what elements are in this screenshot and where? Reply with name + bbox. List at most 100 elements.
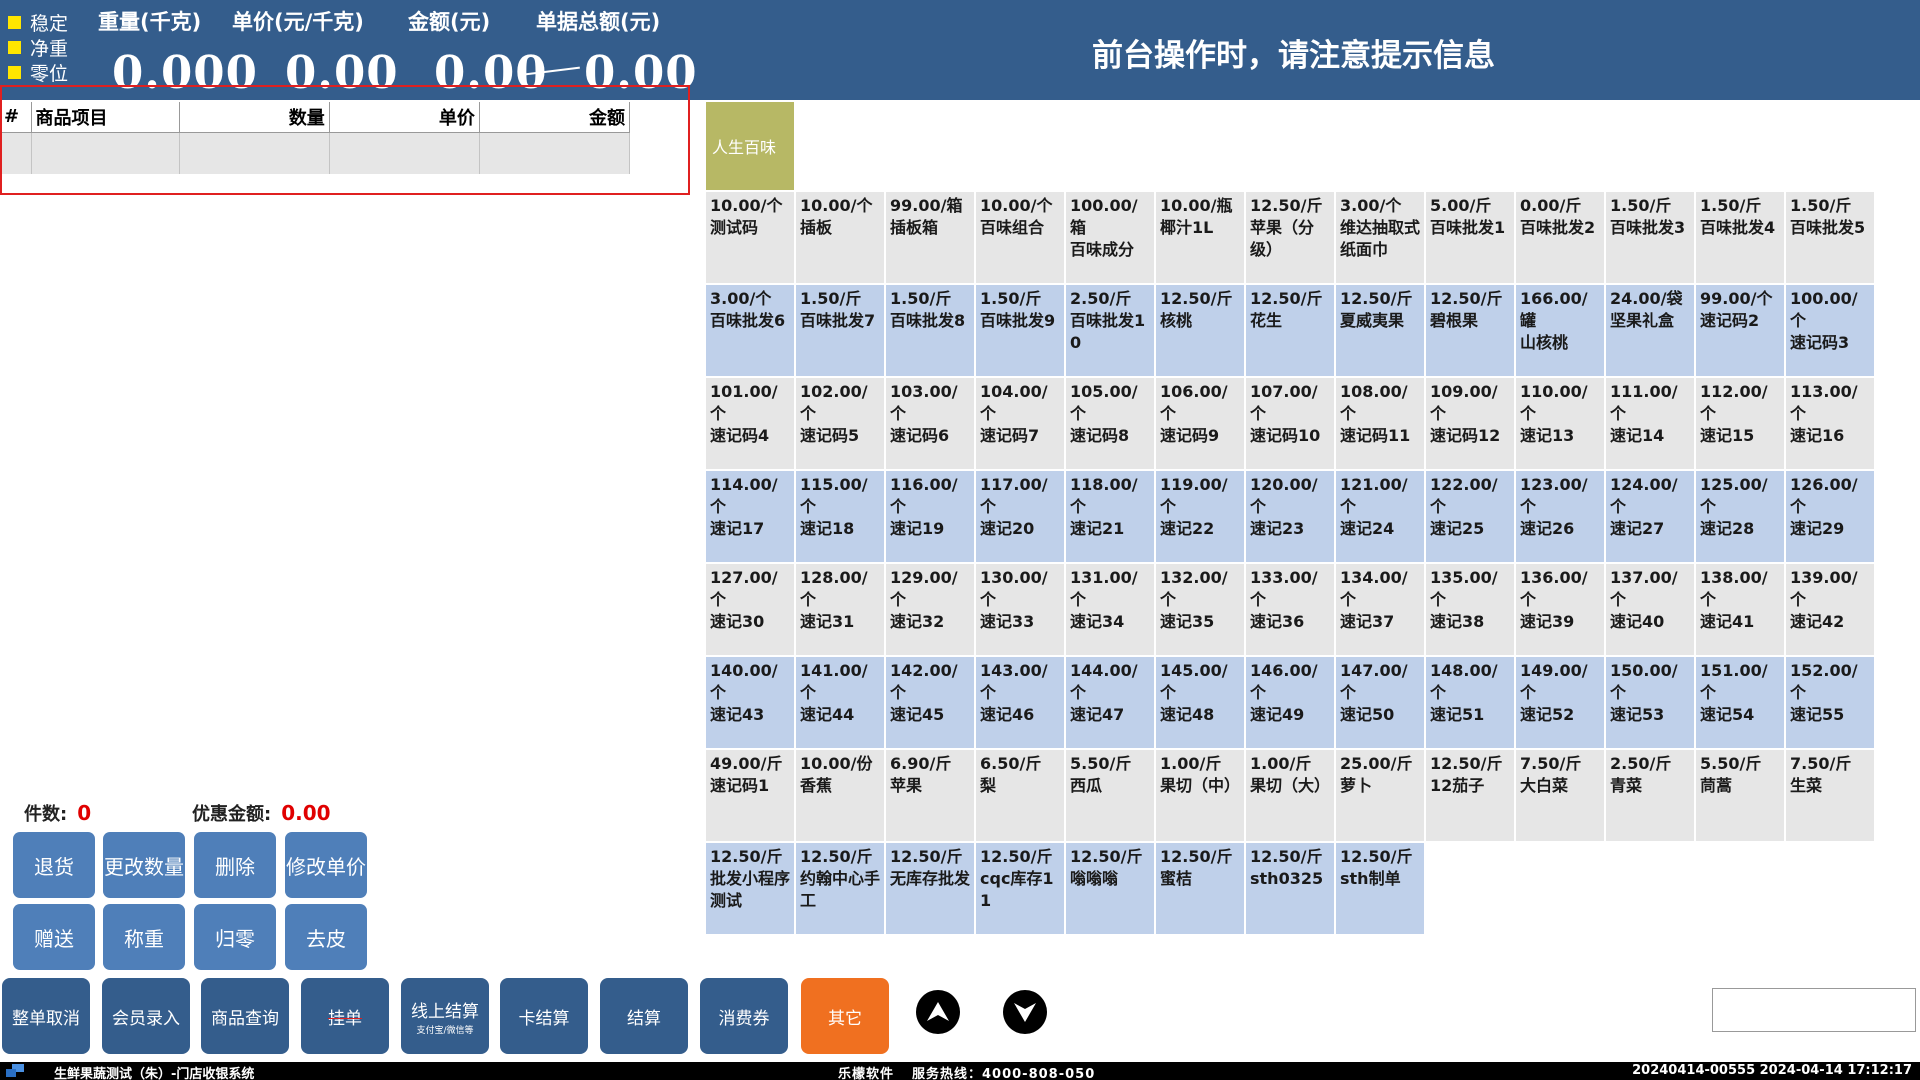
weigh-button[interactable]: 称重 bbox=[103, 904, 185, 970]
product-tile[interactable]: 103.00/个 速记码6 bbox=[886, 378, 974, 469]
return-button[interactable]: 退货 bbox=[13, 832, 95, 898]
product-tile[interactable]: 12.50/斤 核桃 bbox=[1156, 285, 1244, 376]
product-tile[interactable]: 120.00/个 速记23 bbox=[1246, 471, 1334, 562]
product-tile[interactable]: 148.00/个 速记51 bbox=[1426, 657, 1514, 748]
product-tile[interactable]: 3.00/个 百味批发6 bbox=[706, 285, 794, 376]
product-tile[interactable]: 25.00/斤 萝卜 bbox=[1336, 750, 1424, 841]
product-tile[interactable]: 110.00/个 速记13 bbox=[1516, 378, 1604, 469]
product-tile[interactable]: 129.00/个 速记32 bbox=[886, 564, 974, 655]
product-tile[interactable]: 136.00/个 速记39 bbox=[1516, 564, 1604, 655]
card-payment-button[interactable]: 卡结算 bbox=[500, 978, 588, 1054]
product-tile[interactable]: 1.50/斤 百味批发9 bbox=[976, 285, 1064, 376]
product-tile[interactable]: 119.00/个 速记22 bbox=[1156, 471, 1244, 562]
product-tile[interactable]: 7.50/斤 大白菜 bbox=[1516, 750, 1604, 841]
product-tile[interactable]: 1.00/斤 果切（中） bbox=[1156, 750, 1244, 841]
product-tile[interactable]: 1.50/斤 百味批发5 bbox=[1786, 192, 1874, 283]
product-tile[interactable]: 2.50/斤 百味批发10 bbox=[1066, 285, 1154, 376]
product-tile[interactable]: 12.50/斤 sth制单 bbox=[1336, 843, 1424, 934]
product-tile[interactable]: 5.50/斤 西瓜 bbox=[1066, 750, 1154, 841]
product-tile[interactable]: 12.50/斤 嗡嗡嗡 bbox=[1066, 843, 1154, 934]
product-tile[interactable]: 101.00/个 速记码4 bbox=[706, 378, 794, 469]
coupon-button[interactable]: 消费券 bbox=[700, 978, 788, 1054]
tare-button[interactable]: 去皮 bbox=[285, 904, 367, 970]
product-tile[interactable]: 130.00/个 速记33 bbox=[976, 564, 1064, 655]
product-tile[interactable]: 5.50/斤 茼蒿 bbox=[1696, 750, 1784, 841]
product-tile[interactable]: 143.00/个 速记46 bbox=[976, 657, 1064, 748]
product-tile[interactable]: 134.00/个 速记37 bbox=[1336, 564, 1424, 655]
product-tile[interactable]: 111.00/个 速记14 bbox=[1606, 378, 1694, 469]
product-tile[interactable]: 139.00/个 速记42 bbox=[1786, 564, 1874, 655]
product-tile[interactable]: 126.00/个 速记29 bbox=[1786, 471, 1874, 562]
product-tile[interactable]: 6.90/斤 苹果 bbox=[886, 750, 974, 841]
modify-price-button[interactable]: 修改单价 bbox=[285, 832, 367, 898]
barcode-input[interactable] bbox=[1712, 988, 1916, 1032]
member-entry-button[interactable]: 会员录入 bbox=[102, 978, 190, 1054]
checkout-button[interactable]: 结算 bbox=[600, 978, 688, 1054]
product-tile[interactable]: 12.50/斤 批发小程序测试 bbox=[706, 843, 794, 934]
product-tile[interactable]: 12.50/斤 花生 bbox=[1246, 285, 1334, 376]
product-tile[interactable]: 137.00/个 速记40 bbox=[1606, 564, 1694, 655]
online-payment-button[interactable]: 线上结算 支付宝/微信等 bbox=[401, 978, 489, 1054]
product-tile[interactable]: 100.00/箱 百味成分 bbox=[1066, 192, 1154, 283]
product-tile[interactable]: 124.00/个 速记27 bbox=[1606, 471, 1694, 562]
product-tile[interactable]: 106.00/个 速记码9 bbox=[1156, 378, 1244, 469]
product-tile[interactable]: 6.50/斤梨 bbox=[976, 750, 1064, 841]
product-tile[interactable]: 10.00/个 插板 bbox=[796, 192, 884, 283]
product-tile[interactable]: 99.00/箱 插板箱 bbox=[886, 192, 974, 283]
product-tile[interactable]: 1.50/斤 百味批发3 bbox=[1606, 192, 1694, 283]
product-tile[interactable]: 146.00/个 速记49 bbox=[1246, 657, 1334, 748]
product-tile[interactable]: 1.50/斤 百味批发4 bbox=[1696, 192, 1784, 283]
product-tile[interactable]: 135.00/个 速记38 bbox=[1426, 564, 1514, 655]
product-tile[interactable]: 12.50/斤 夏威夷果 bbox=[1336, 285, 1424, 376]
product-tile[interactable]: 133.00/个 速记36 bbox=[1246, 564, 1334, 655]
product-tile[interactable]: 1.00/斤 果切（大） bbox=[1246, 750, 1334, 841]
product-tile[interactable]: 49.00/斤 速记码1 bbox=[706, 750, 794, 841]
product-tile[interactable]: 10.00/个 百味组合 bbox=[976, 192, 1064, 283]
hold-order-button[interactable]: 挂单 bbox=[301, 978, 389, 1054]
product-tile[interactable]: 12.50/斤 12茄子 bbox=[1426, 750, 1514, 841]
product-tile[interactable]: 3.00/个 维达抽取式纸面巾 bbox=[1336, 192, 1424, 283]
product-tile[interactable]: 12.50/斤 蜜桔 bbox=[1156, 843, 1244, 934]
product-tile[interactable]: 150.00/个 速记53 bbox=[1606, 657, 1694, 748]
product-tile[interactable]: 10.00/瓶 椰汁1L bbox=[1156, 192, 1244, 283]
product-tile[interactable]: 1.50/斤 百味批发8 bbox=[886, 285, 974, 376]
product-tile[interactable]: 142.00/个 速记45 bbox=[886, 657, 974, 748]
product-tile[interactable]: 140.00/个 速记43 bbox=[706, 657, 794, 748]
product-tile[interactable]: 131.00/个 速记34 bbox=[1066, 564, 1154, 655]
product-tile[interactable]: 108.00/个 速记码11 bbox=[1336, 378, 1424, 469]
product-tile[interactable]: 121.00/个 速记24 bbox=[1336, 471, 1424, 562]
product-tile[interactable]: 127.00/个 速记30 bbox=[706, 564, 794, 655]
product-tile[interactable]: 144.00/个 速记47 bbox=[1066, 657, 1154, 748]
product-tile[interactable]: 128.00/个 速记31 bbox=[796, 564, 884, 655]
product-tile[interactable]: 109.00/个 速记码12 bbox=[1426, 378, 1514, 469]
product-tile[interactable]: 0.00/斤 百味批发2 bbox=[1516, 192, 1604, 283]
product-tile[interactable]: 122.00/个 速记25 bbox=[1426, 471, 1514, 562]
product-tile[interactable]: 132.00/个 速记35 bbox=[1156, 564, 1244, 655]
product-tile[interactable]: 10.00/个 测试码 bbox=[706, 192, 794, 283]
product-tile[interactable]: 114.00/个 速记17 bbox=[706, 471, 794, 562]
product-tile[interactable]: 145.00/个 速记48 bbox=[1156, 657, 1244, 748]
product-tile[interactable]: 138.00/个 速记41 bbox=[1696, 564, 1784, 655]
product-tile[interactable]: 123.00/个 速记26 bbox=[1516, 471, 1604, 562]
product-tile[interactable]: 141.00/个 速记44 bbox=[796, 657, 884, 748]
product-tile[interactable]: 24.00/袋 坚果礼盒 bbox=[1606, 285, 1694, 376]
product-tile[interactable]: 125.00/个 速记28 bbox=[1696, 471, 1784, 562]
product-tile[interactable]: 107.00/个 速记码10 bbox=[1246, 378, 1334, 469]
more-button[interactable]: 其它 bbox=[801, 978, 889, 1054]
product-tile[interactable]: 116.00/个 速记19 bbox=[886, 471, 974, 562]
product-tile[interactable]: 152.00/个 速记55 bbox=[1786, 657, 1874, 748]
product-tile[interactable]: 12.50/斤 sth0325 bbox=[1246, 843, 1334, 934]
product-tile[interactable]: 105.00/个 速记码8 bbox=[1066, 378, 1154, 469]
product-tile[interactable]: 117.00/个 速记20 bbox=[976, 471, 1064, 562]
product-tile[interactable]: 118.00/个 速记21 bbox=[1066, 471, 1154, 562]
product-tile[interactable]: 2.50/斤 青菜 bbox=[1606, 750, 1694, 841]
product-tile[interactable]: 151.00/个 速记54 bbox=[1696, 657, 1784, 748]
page-down-button[interactable] bbox=[1003, 990, 1047, 1034]
page-up-button[interactable] bbox=[916, 990, 960, 1034]
product-tile[interactable]: 12.50/斤 约翰中心手工 bbox=[796, 843, 884, 934]
product-tile[interactable]: 115.00/个 速记18 bbox=[796, 471, 884, 562]
product-tile[interactable]: 147.00/个 速记50 bbox=[1336, 657, 1424, 748]
product-tile[interactable]: 149.00/个 速记52 bbox=[1516, 657, 1604, 748]
product-tile[interactable]: 12.50/斤 苹果（分级） bbox=[1246, 192, 1334, 283]
zero-button[interactable]: 归零 bbox=[194, 904, 276, 970]
